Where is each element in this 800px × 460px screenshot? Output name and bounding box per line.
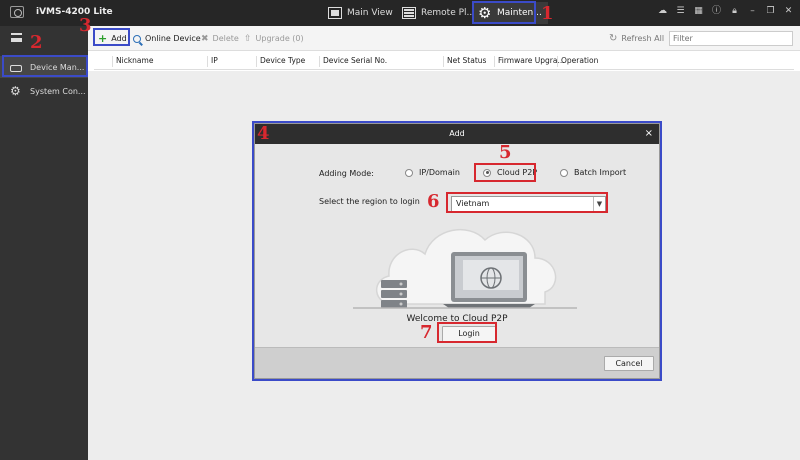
- upload-icon: ⇧: [244, 33, 252, 44]
- list-icon[interactable]: ☰: [675, 6, 686, 17]
- tab-main-view[interactable]: Main View: [322, 2, 399, 24]
- delete-icon: ✖: [201, 33, 209, 44]
- menu-icon[interactable]: [11, 33, 22, 42]
- title-bar: iVMS-4200 Lite Main View Remote Pl... ⚙ …: [0, 0, 800, 26]
- column-header-device-type[interactable]: Device Type: [256, 56, 305, 67]
- upgrade-button[interactable]: ⇧ Upgrade (0): [244, 30, 304, 47]
- cloud-icon[interactable]: ☁: [657, 6, 668, 17]
- chart-icon[interactable]: ▦: [693, 6, 704, 17]
- annotation-box-region: [446, 192, 608, 213]
- column-header-net-status[interactable]: Net Status: [443, 56, 486, 67]
- annotation-number: 1: [541, 3, 554, 24]
- online-device-label: Online Device: [145, 34, 201, 43]
- refresh-all-label: Refresh All: [621, 34, 665, 43]
- close-icon[interactable]: ✕: [783, 6, 794, 17]
- annotation-number: 7: [420, 322, 433, 343]
- annotation-box-device-management: [2, 55, 88, 77]
- annotation-number: 5: [499, 142, 512, 163]
- app-title: iVMS-4200 Lite: [36, 7, 113, 17]
- annotation-number: 6: [427, 191, 440, 212]
- online-device-button[interactable]: Online Device: [133, 30, 201, 47]
- tab-remote-playback[interactable]: Remote Pl...: [396, 2, 481, 24]
- column-header-firmware[interactable]: Firmware Upgra...: [494, 56, 565, 67]
- annotation-number: 4: [257, 123, 270, 144]
- search-icon: [133, 34, 141, 43]
- annotation-number: 3: [79, 15, 92, 36]
- sidebar-item-label: System Con...: [30, 86, 86, 96]
- column-header-ip[interactable]: IP: [207, 56, 218, 67]
- filter-input[interactable]: [669, 31, 793, 46]
- annotation-box-maintenance: [472, 1, 536, 24]
- tab-main-view-label: Main View: [347, 8, 393, 18]
- column-header-serial[interactable]: Device Serial No.: [319, 56, 387, 67]
- info-icon[interactable]: ⓘ: [711, 6, 722, 17]
- toolbar: + Add Online Device ✖ Delete ⇧ Upgrade (…: [88, 26, 800, 51]
- delete-button[interactable]: ✖ Delete: [201, 30, 239, 47]
- delete-label: Delete: [212, 34, 239, 43]
- minimize-icon[interactable]: –: [747, 6, 758, 17]
- column-header-operation[interactable]: Operation: [557, 56, 598, 67]
- lock-icon[interactable]: 🔒︎: [729, 6, 740, 17]
- tab-remote-playback-label: Remote Pl...: [421, 8, 476, 18]
- restore-icon[interactable]: ❐: [765, 6, 776, 17]
- refresh-icon: ↻: [609, 33, 618, 44]
- annotation-box-login: [437, 322, 497, 343]
- annotation-box-cloud-p2p: [474, 163, 536, 182]
- column-header-nickname[interactable]: Nickname: [112, 56, 153, 67]
- sidebar-item-system-config[interactable]: ⚙ System Con...: [0, 80, 88, 102]
- gear-icon: ⚙: [10, 84, 21, 98]
- annotation-number: 2: [30, 32, 43, 53]
- device-table-header: Nickname IP Device Type Device Serial No…: [94, 51, 794, 70]
- upgrade-label: Upgrade (0): [255, 34, 304, 43]
- sidebar: Device Man... ⚙ System Con...: [0, 26, 88, 460]
- refresh-all-button[interactable]: ↻ Refresh All: [609, 30, 664, 47]
- monitor-icon: [328, 7, 342, 19]
- app-logo-icon: [10, 6, 24, 18]
- playback-icon: [402, 7, 416, 19]
- annotation-box-add: [93, 28, 130, 46]
- system-icons: ☁ ☰ ▦ ⓘ 🔒︎ – ❐ ✕: [657, 6, 794, 17]
